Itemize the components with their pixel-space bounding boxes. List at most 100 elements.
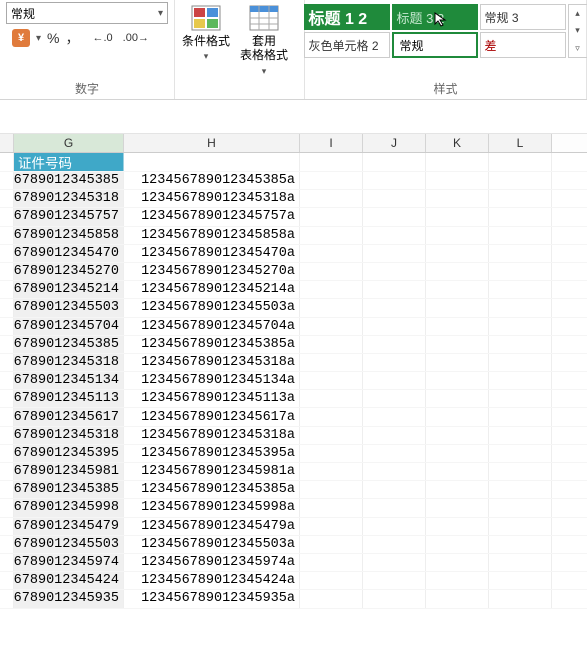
cell-K[interactable] — [426, 408, 489, 425]
cell-J[interactable] — [363, 227, 426, 244]
cell-K[interactable] — [426, 263, 489, 280]
cell-G[interactable]: 56789012345270 — [14, 263, 124, 280]
cell-K[interactable] — [426, 208, 489, 225]
table-row[interactable]: 56789012345757123456789012345757a — [0, 208, 587, 226]
cell-K[interactable] — [426, 427, 489, 444]
cell-G[interactable]: 56789012345134 — [14, 372, 124, 389]
col-header-L[interactable]: L — [489, 134, 552, 152]
cell-K[interactable] — [426, 190, 489, 207]
style-title1[interactable]: 标题 1 2 — [304, 4, 390, 30]
cell-J[interactable] — [363, 336, 426, 353]
cell-G[interactable]: 56789012345318 — [14, 354, 124, 371]
cell-G[interactable]: 56789012345470 — [14, 245, 124, 262]
table-row[interactable]: 56789012345479123456789012345479a — [0, 518, 587, 536]
cell-H[interactable]: 123456789012345113a — [124, 390, 300, 407]
cell-L[interactable] — [489, 299, 552, 316]
header-cell-G[interactable]: 证件号码 — [14, 153, 124, 171]
table-row[interactable]: 56789012345318123456789012345318a — [0, 427, 587, 445]
cell-J[interactable] — [363, 354, 426, 371]
cell-G[interactable]: 56789012345617 — [14, 408, 124, 425]
cell-H[interactable]: 123456789012345858a — [124, 227, 300, 244]
table-row[interactable]: 56789012345981123456789012345981a — [0, 463, 587, 481]
comma-button[interactable]: ， — [65, 28, 79, 48]
cell-L[interactable] — [489, 445, 552, 462]
cell-K[interactable] — [426, 536, 489, 553]
cell-J[interactable] — [363, 590, 426, 607]
style-gallery-expand[interactable]: ▴ ▾ ▿ — [568, 4, 587, 58]
cell-H[interactable]: 123456789012345981a — [124, 463, 300, 480]
cell-I[interactable] — [300, 208, 363, 225]
col-header-G[interactable]: G — [14, 134, 124, 152]
cell-K[interactable] — [426, 499, 489, 516]
cell-I[interactable] — [300, 318, 363, 335]
cell-L[interactable] — [489, 354, 552, 371]
cell-G[interactable]: 56789012345935 — [14, 590, 124, 607]
cell-L[interactable] — [489, 518, 552, 535]
cell-G[interactable]: 56789012345757 — [14, 208, 124, 225]
table-row[interactable]: 56789012345704123456789012345704a — [0, 318, 587, 336]
cell-L[interactable] — [489, 336, 552, 353]
chevron-down-icon[interactable]: ▾ — [36, 33, 41, 44]
cell-H[interactable]: 123456789012345385a — [124, 336, 300, 353]
cell-K[interactable] — [426, 172, 489, 189]
cell-I[interactable] — [300, 263, 363, 280]
cell-I[interactable] — [300, 572, 363, 589]
table-row[interactable]: 56789012345617123456789012345617a — [0, 408, 587, 426]
cell-G[interactable]: 56789012345503 — [14, 536, 124, 553]
cell-K[interactable] — [426, 227, 489, 244]
cell-I[interactable] — [300, 590, 363, 607]
cell-L[interactable] — [489, 372, 552, 389]
cell-L[interactable] — [489, 390, 552, 407]
cell-I[interactable] — [300, 554, 363, 571]
cell-L[interactable] — [489, 463, 552, 480]
table-format-button[interactable]: 套用 表格格式 ▾ — [239, 4, 289, 78]
cell-G[interactable]: 56789012345318 — [14, 190, 124, 207]
cell-G[interactable]: 56789012345113 — [14, 390, 124, 407]
cell-K[interactable] — [426, 518, 489, 535]
cell-G[interactable]: 56789012345503 — [14, 299, 124, 316]
style-changgui3[interactable]: 常规 3 — [480, 4, 566, 30]
cell-I[interactable] — [300, 372, 363, 389]
cell-J[interactable] — [363, 263, 426, 280]
table-row[interactable]: 56789012345318123456789012345318a — [0, 190, 587, 208]
cell-G[interactable]: 56789012345974 — [14, 554, 124, 571]
percent-button[interactable]: % — [47, 30, 59, 46]
cell-G[interactable]: 56789012345981 — [14, 463, 124, 480]
col-header-blank[interactable] — [0, 134, 14, 152]
cell-K[interactable] — [426, 281, 489, 298]
cell-L[interactable] — [489, 281, 552, 298]
cell-J[interactable] — [363, 554, 426, 571]
cell-H[interactable]: 123456789012345998a — [124, 499, 300, 516]
cell-L[interactable] — [489, 499, 552, 516]
table-row[interactable]: 56789012345424123456789012345424a — [0, 572, 587, 590]
cell-H[interactable]: 123456789012345270a — [124, 263, 300, 280]
cell-J[interactable] — [363, 572, 426, 589]
cell-K[interactable] — [426, 481, 489, 498]
cell-I[interactable] — [300, 499, 363, 516]
cell-G[interactable]: 56789012345424 — [14, 572, 124, 589]
header-cell-H[interactable] — [124, 153, 300, 171]
cell-J[interactable] — [363, 318, 426, 335]
col-header-I[interactable]: I — [300, 134, 363, 152]
increase-decimal-button[interactable]: ←.0 — [89, 30, 115, 46]
cell-H[interactable]: 123456789012345318a — [124, 427, 300, 444]
number-format-select[interactable]: 常规 ▾ — [6, 2, 168, 24]
table-row[interactable]: 56789012345935123456789012345935a — [0, 590, 587, 608]
cell-J[interactable] — [363, 445, 426, 462]
table-row[interactable]: 56789012345503123456789012345503a — [0, 536, 587, 554]
table-row[interactable]: 56789012345998123456789012345998a — [0, 499, 587, 517]
cell-J[interactable] — [363, 172, 426, 189]
cell-J[interactable] — [363, 245, 426, 262]
cell-G[interactable]: 56789012345385 — [14, 172, 124, 189]
cell-G[interactable]: 56789012345385 — [14, 336, 124, 353]
col-header-H[interactable]: H — [124, 134, 300, 152]
cell-H[interactable]: 123456789012345470a — [124, 245, 300, 262]
cell-J[interactable] — [363, 208, 426, 225]
conditional-format-button[interactable]: 条件格式▾ — [181, 4, 231, 63]
style-gray2[interactable]: 灰色单元格 2 — [304, 32, 390, 58]
cell-L[interactable] — [489, 408, 552, 425]
cell-L[interactable] — [489, 427, 552, 444]
cell-I[interactable] — [300, 190, 363, 207]
cell-I[interactable] — [300, 354, 363, 371]
cell-J[interactable] — [363, 481, 426, 498]
